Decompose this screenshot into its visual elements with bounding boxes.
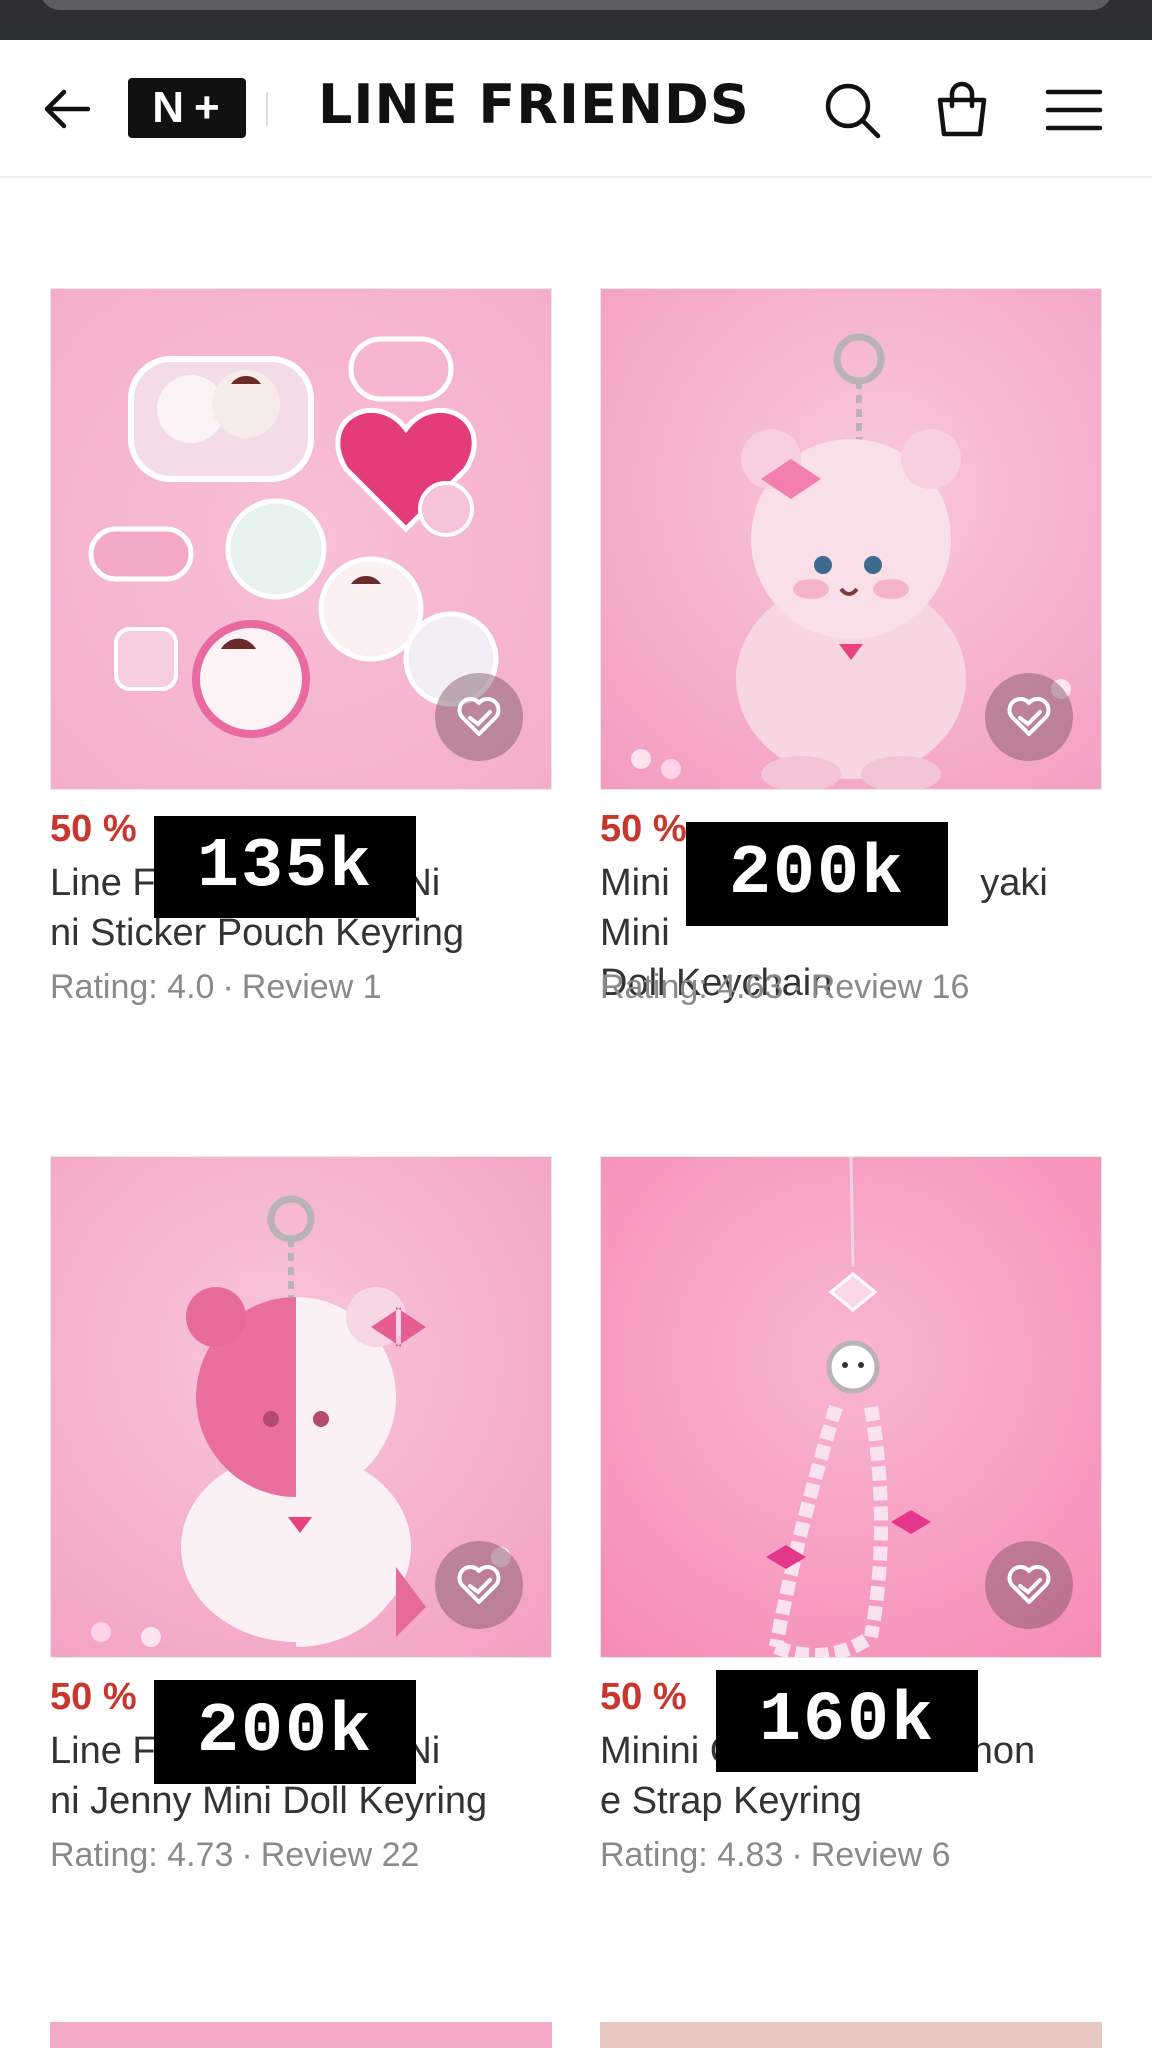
rating-value: Rating: 4.0	[50, 968, 215, 1006]
review-count: Review 6	[810, 1836, 951, 1874]
back-button[interactable]	[40, 82, 94, 136]
site-header: N + LINE FRIENDS	[0, 40, 1152, 178]
search-icon	[825, 83, 881, 139]
rating-value: Rating: 4.63	[600, 968, 784, 1006]
discount-label: 50 %	[600, 808, 687, 850]
rating-line: Rating: 4.63 · Review 16	[600, 968, 970, 1006]
review-count: Review 16	[810, 968, 970, 1006]
price-overlay: 200k	[686, 822, 948, 926]
header-divider	[266, 92, 268, 126]
shopping-bag-icon	[937, 81, 987, 137]
heart-icon	[1007, 697, 1051, 736]
product-image[interactable]	[600, 288, 1102, 790]
product-image[interactable]	[50, 1156, 552, 1658]
price-overlay: 160k	[716, 1670, 978, 1772]
heart-icon	[1007, 1565, 1051, 1604]
hamburger-menu-icon	[1045, 89, 1103, 131]
discount-label: 50 %	[50, 1676, 137, 1718]
heart-icon	[457, 1565, 501, 1604]
menu-button[interactable]	[1044, 80, 1104, 140]
rating-value: Rating: 4.83	[600, 1836, 784, 1874]
product-image-peek[interactable]	[50, 2022, 552, 2048]
nplus-letter: N	[152, 83, 187, 132]
search-button[interactable]	[822, 80, 882, 140]
product-image[interactable]	[50, 288, 552, 790]
review-count: Review 22	[260, 1836, 420, 1874]
product-image-peek[interactable]	[600, 2022, 1102, 2048]
rating-line: Rating: 4.0 · Review 1	[50, 968, 382, 1006]
nplus-logo[interactable]: N +	[128, 78, 246, 138]
rating-line: Rating: 4.83 · Review 6	[600, 1836, 951, 1874]
rating-line: Rating: 4.73 · Review 22	[50, 1836, 420, 1874]
wishlist-button[interactable]	[985, 673, 1073, 761]
wishlist-button[interactable]	[435, 1541, 523, 1629]
browser-top-strip	[0, 0, 1152, 40]
arrow-left-icon	[44, 89, 91, 129]
brand-logo[interactable]: LINE FRIENDS	[318, 78, 750, 132]
plus-icon: +	[194, 83, 222, 132]
product-image[interactable]	[600, 1156, 1102, 1658]
url-bar[interactable]	[40, 0, 1112, 10]
rating-value: Rating: 4.73	[50, 1836, 234, 1874]
wishlist-button[interactable]	[435, 673, 523, 761]
discount-label: 50 %	[50, 808, 137, 850]
discount-label: 50 %	[600, 1676, 687, 1718]
price-overlay: 200k	[154, 1680, 416, 1784]
price-overlay: 135k	[154, 816, 416, 918]
cart-button[interactable]	[932, 80, 992, 140]
review-count: Review 1	[241, 968, 382, 1006]
heart-icon	[457, 697, 501, 736]
wishlist-button[interactable]	[985, 1541, 1073, 1629]
